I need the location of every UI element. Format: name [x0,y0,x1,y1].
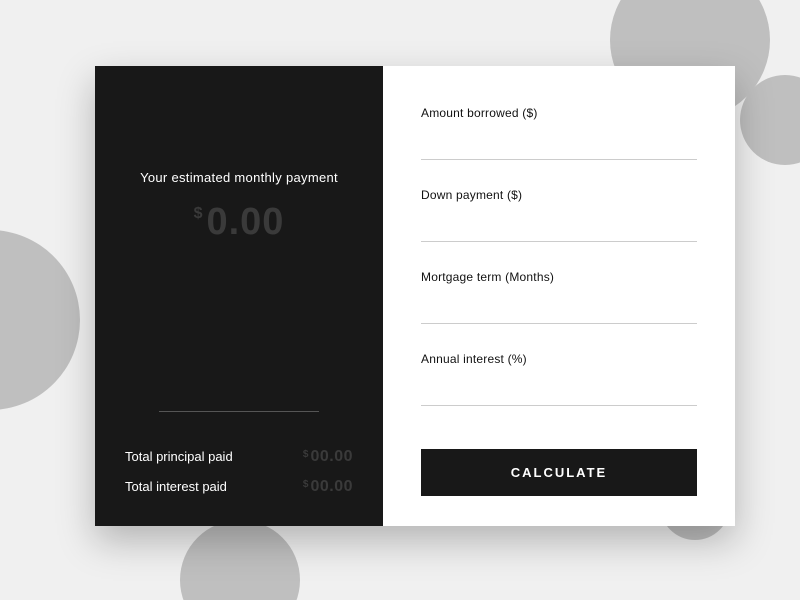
estimate-amount: 0.00 [206,201,284,243]
total-principal-row: Total principal paid $00.00 [125,448,353,466]
term-input[interactable] [421,302,697,324]
rate-label: Annual interest (%) [421,352,697,366]
total-principal-label: Total principal paid [125,449,233,464]
estimate-label: Your estimated monthly payment [125,170,353,185]
currency-symbol: $ [303,479,309,490]
rate-field: Annual interest (%) [421,352,697,406]
interest-amount: 00.00 [310,478,353,495]
amount-label: Amount borrowed ($) [421,106,697,120]
rate-input[interactable] [421,384,697,406]
total-principal-value: $00.00 [303,448,353,466]
amount-field: Amount borrowed ($) [421,106,697,160]
divider [159,411,319,412]
down-payment-field: Down payment ($) [421,188,697,242]
total-interest-value: $00.00 [303,478,353,496]
bg-circle [0,230,80,410]
calculator-card: Your estimated monthly payment $0.00 Tot… [95,66,735,526]
currency-symbol: $ [194,205,203,222]
form-panel: Amount borrowed ($) Down payment ($) Mor… [383,66,735,526]
term-label: Mortgage term (Months) [421,270,697,284]
down-payment-input[interactable] [421,220,697,242]
total-interest-label: Total interest paid [125,479,227,494]
calculate-button[interactable]: CALCULATE [421,449,697,496]
summary-panel: Your estimated monthly payment $0.00 Tot… [95,66,383,526]
amount-input[interactable] [421,138,697,160]
totals: Total principal paid $00.00 Total intere… [125,436,353,496]
estimate-value: $0.00 [125,201,353,244]
bg-circle [180,520,300,600]
principal-amount: 00.00 [310,448,353,465]
down-payment-label: Down payment ($) [421,188,697,202]
currency-symbol: $ [303,449,309,460]
total-interest-row: Total interest paid $00.00 [125,478,353,496]
term-field: Mortgage term (Months) [421,270,697,324]
